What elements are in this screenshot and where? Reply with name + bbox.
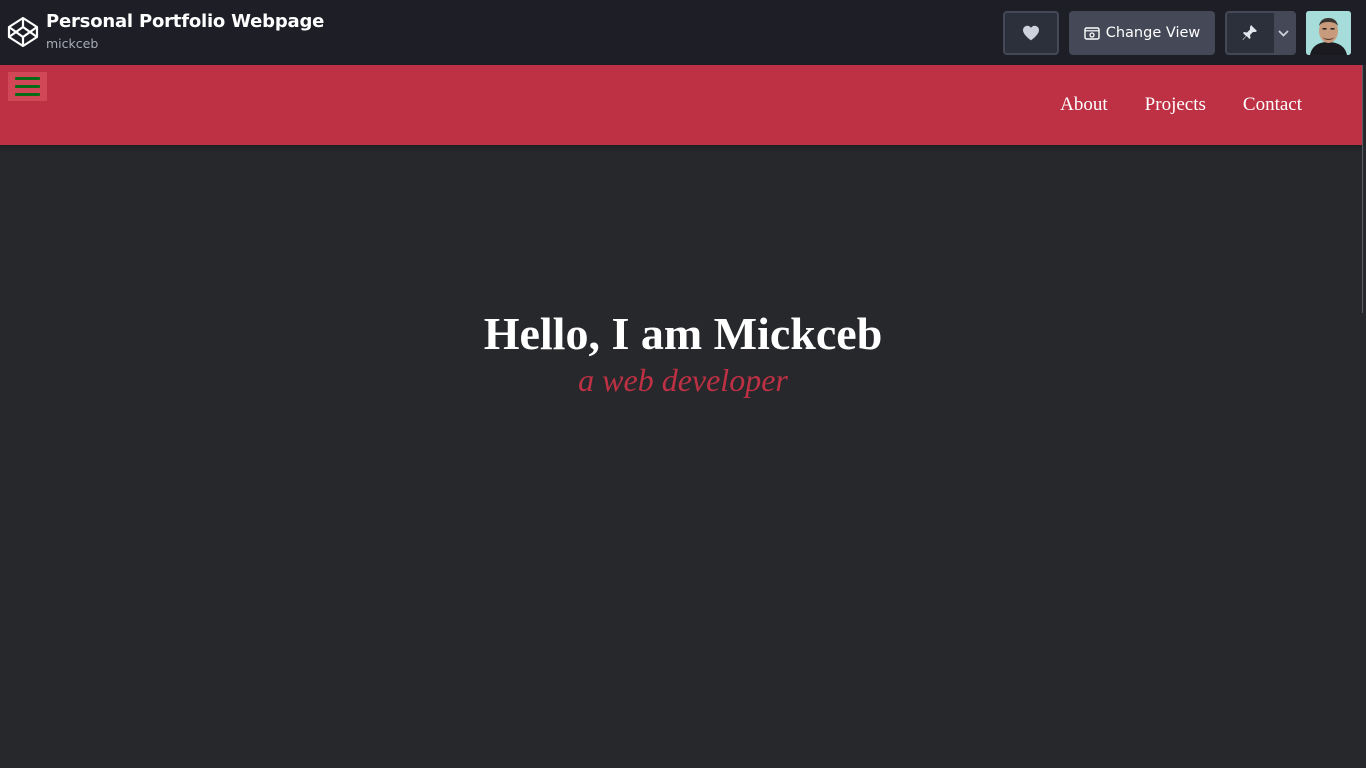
nav-links: About Projects Contact <box>1060 65 1302 145</box>
nav-link-projects[interactable]: Projects <box>1145 94 1206 116</box>
chevron-down-icon <box>1278 29 1289 37</box>
hero-subheading: a web developer <box>578 362 788 398</box>
pin-dropdown-button[interactable] <box>1273 13 1294 53</box>
pin-button-group <box>1225 11 1296 55</box>
nav-link-about[interactable]: About <box>1060 94 1108 116</box>
heart-icon <box>1023 25 1039 41</box>
pin-button[interactable] <box>1227 13 1274 53</box>
change-view-label: Change View <box>1105 25 1201 41</box>
hero-heading: Hello, I am Mickceb <box>483 308 883 359</box>
hamburger-line <box>15 77 40 80</box>
love-button[interactable] <box>1003 11 1059 55</box>
nav-shadow <box>0 145 1362 153</box>
nav-link-contact[interactable]: Contact <box>1243 94 1302 116</box>
avatar-image <box>1306 11 1351 55</box>
hamburger-line <box>15 85 40 88</box>
pin-icon <box>1242 25 1258 40</box>
codepen-header: Personal Portfolio Webpage mickceb Chang… <box>0 0 1366 65</box>
user-avatar[interactable] <box>1306 11 1351 55</box>
scrollbar-thumb[interactable] <box>1362 65 1366 313</box>
hamburger-menu-icon[interactable] <box>8 72 47 101</box>
pen-author[interactable]: mickceb <box>46 35 324 53</box>
view-icon <box>1084 26 1100 40</box>
pen-title-block: Personal Portfolio Webpage mickceb <box>46 10 324 53</box>
change-view-button[interactable]: Change View <box>1069 11 1215 55</box>
hamburger-line <box>15 93 40 96</box>
portfolio-navbar: About Projects Contact <box>0 65 1362 145</box>
pen-title[interactable]: Personal Portfolio Webpage <box>46 10 324 34</box>
codepen-logo-icon[interactable] <box>7 16 39 48</box>
welcome-section <box>0 145 1362 768</box>
